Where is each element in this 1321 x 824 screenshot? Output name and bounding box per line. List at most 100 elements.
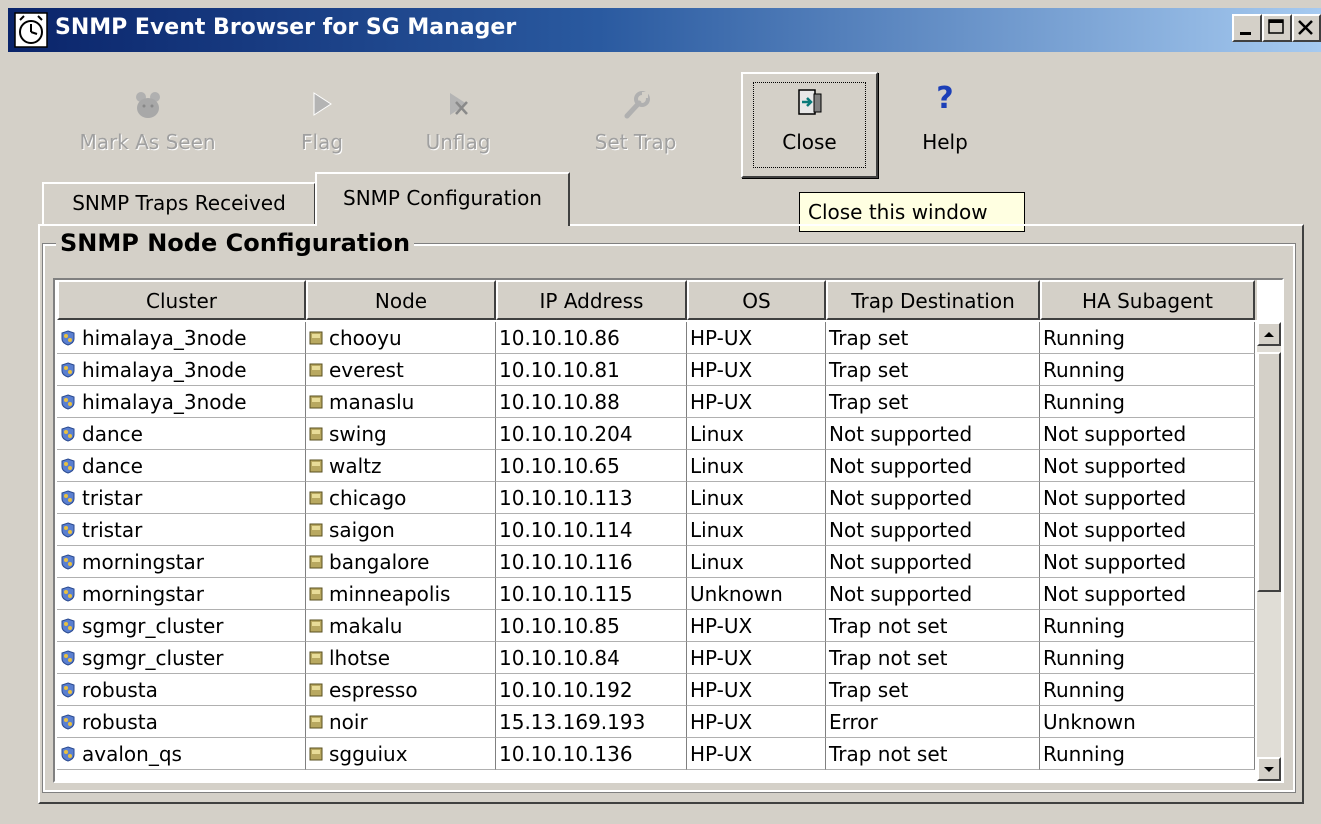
cell-cluster: morningstar [57, 578, 306, 610]
header-col-cluster[interactable]: Cluster [57, 280, 306, 320]
cell-cluster: tristar [57, 482, 306, 514]
maximize-button[interactable] [1262, 14, 1292, 42]
cell-text: Not supported [1043, 486, 1187, 510]
cell-cluster: dance [57, 418, 306, 450]
scroll-up-button[interactable] [1257, 322, 1281, 346]
cell-os: Linux [687, 482, 826, 514]
cell-ip-address: 10.10.10.116 [496, 546, 687, 578]
cell-os: Linux [687, 418, 826, 450]
cell-text: Not supported [829, 582, 973, 606]
cell-text: sgmgr_cluster [82, 614, 224, 638]
minimize-icon [1240, 32, 1251, 35]
cell-text: Not supported [829, 454, 973, 478]
header-col-trap-destination[interactable]: Trap Destination [826, 280, 1040, 320]
cell-ip-address: 10.10.10.113 [496, 482, 687, 514]
cell-ha-subagent: Running [1040, 674, 1255, 706]
table-row[interactable]: tristar chicago 10.10.10.113 Linux Not suppo… [57, 482, 1255, 514]
cell-text: swing [329, 422, 387, 446]
cell-trap-destination: Error [826, 706, 1040, 738]
cell-ip-address: 10.10.10.88 [496, 386, 687, 418]
cluster-icon [61, 713, 75, 730]
cell-node: bangalore [306, 546, 496, 578]
cell-text: HP-UX [690, 678, 753, 702]
cell-os: HP-UX [687, 322, 826, 354]
cell-os: HP-UX [687, 354, 826, 386]
minimize-button[interactable] [1232, 14, 1262, 42]
node-table[interactable]: Cluster Node IP Address OS Trap Destination H… [53, 278, 1284, 783]
cell-ha-subagent: Running [1040, 642, 1255, 674]
table-row[interactable]: dance swing 10.10.10.204 Linux Not supported… [57, 418, 1255, 450]
close-window-button[interactable] [1292, 14, 1321, 42]
help-button[interactable]: ? Help [890, 72, 1000, 176]
cell-trap-destination: Trap not set [826, 642, 1040, 674]
header-col-ha-subagent[interactable]: HA Subagent [1040, 280, 1255, 320]
table-row[interactable]: morningstar bangalore 10.10.10.116 Linux Not… [57, 546, 1255, 578]
tab-snmp-configuration[interactable]: SNMP Configuration [315, 172, 570, 226]
table-row[interactable]: robusta noir 15.13.169.193 HP-UX Error Unknow… [57, 706, 1255, 738]
table-row[interactable]: robusta espresso 10.10.10.192 HP-UX Trap set… [57, 674, 1255, 706]
cell-text: 10.10.10.85 [499, 614, 620, 638]
cell-node: swing [306, 418, 496, 450]
table-row[interactable]: dance waltz 10.10.10.65 Linux Not supported N… [57, 450, 1255, 482]
cell-os: Linux [687, 546, 826, 578]
cell-ip-address: 10.10.10.84 [496, 642, 687, 674]
cell-text: 15.13.169.193 [499, 710, 646, 734]
section-title: SNMP Node Configuration [56, 227, 415, 259]
cell-text: Not supported [829, 422, 973, 446]
unflag-button[interactable]: Unflag [403, 72, 513, 176]
node-icon [309, 491, 323, 504]
cell-text: saigon [329, 518, 395, 542]
set-trap-button[interactable]: Set Trap [573, 72, 698, 176]
cell-ip-address: 15.13.169.193 [496, 706, 687, 738]
table-row[interactable]: avalon_qs sgguiux 10.10.10.136 HP-UX Trap no… [57, 738, 1255, 770]
cell-trap-destination: Trap set [826, 674, 1040, 706]
cell-node: espresso [306, 674, 496, 706]
cell-node: chooyu [306, 322, 496, 354]
scroll-down-button[interactable] [1257, 757, 1281, 781]
cell-cluster: robusta [57, 674, 306, 706]
cell-trap-destination: Not supported [826, 418, 1040, 450]
cell-cluster: tristar [57, 514, 306, 546]
table-row[interactable]: himalaya_3node chooyu 10.10.10.86 HP-UX Trap… [57, 322, 1255, 354]
unflag-label: Unflag [425, 130, 491, 154]
table-row[interactable]: morningstar minneapolis 10.10.10.115 Unknow… [57, 578, 1255, 610]
cell-text: HP-UX [690, 710, 753, 734]
header-col-ip-address[interactable]: IP Address [496, 280, 687, 320]
tab-snmp-traps-received[interactable]: SNMP Traps Received [42, 182, 316, 224]
cell-text: 10.10.10.115 [499, 582, 633, 606]
header-col-os[interactable]: OS [687, 280, 826, 320]
cell-text: Linux [690, 550, 744, 574]
close-label: Close [782, 130, 837, 154]
table-row[interactable]: sgmgr_cluster makalu 10.10.10.85 HP-UX Trap … [57, 610, 1255, 642]
cell-ha-subagent: Running [1040, 738, 1255, 770]
table-row[interactable]: tristar saigon 10.10.10.114 Linux Not suppor… [57, 514, 1255, 546]
cell-text: Unknown [690, 582, 783, 606]
cell-trap-destination: Not supported [826, 578, 1040, 610]
scroll-thumb[interactable] [1257, 352, 1281, 592]
cell-node: saigon [306, 514, 496, 546]
cluster-icon [61, 553, 75, 570]
cell-text: 10.10.10.81 [499, 358, 620, 382]
cell-cluster: himalaya_3node [57, 354, 306, 386]
vertical-scrollbar[interactable] [1257, 322, 1281, 781]
cell-text: Running [1043, 742, 1125, 766]
cell-text: 10.10.10.116 [499, 550, 633, 574]
cell-text: everest [329, 358, 404, 382]
table-row[interactable]: himalaya_3node manaslu 10.10.10.88 HP-UX Tra… [57, 386, 1255, 418]
mark-as-seen-label: Mark As Seen [79, 130, 216, 154]
cell-text: Running [1043, 678, 1125, 702]
table-row[interactable]: himalaya_3node everest 10.10.10.81 HP-UX Tra… [57, 354, 1255, 386]
flag-button[interactable]: Flag [277, 72, 367, 176]
cell-text: tristar [82, 518, 143, 542]
cell-cluster: morningstar [57, 546, 306, 578]
node-icon [309, 363, 323, 376]
cell-ip-address: 10.10.10.192 [496, 674, 687, 706]
table-row[interactable]: sgmgr_cluster lhotse 10.10.10.84 HP-UX Trap … [57, 642, 1255, 674]
close-button[interactable]: Close [741, 72, 878, 178]
mark-as-seen-button[interactable]: Mark As Seen [60, 72, 235, 176]
cell-trap-destination: Trap set [826, 322, 1040, 354]
cell-text: Trap set [829, 390, 909, 414]
header-col-node[interactable]: Node [306, 280, 496, 320]
cell-ip-address: 10.10.10.114 [496, 514, 687, 546]
unflag-icon [450, 93, 468, 115]
